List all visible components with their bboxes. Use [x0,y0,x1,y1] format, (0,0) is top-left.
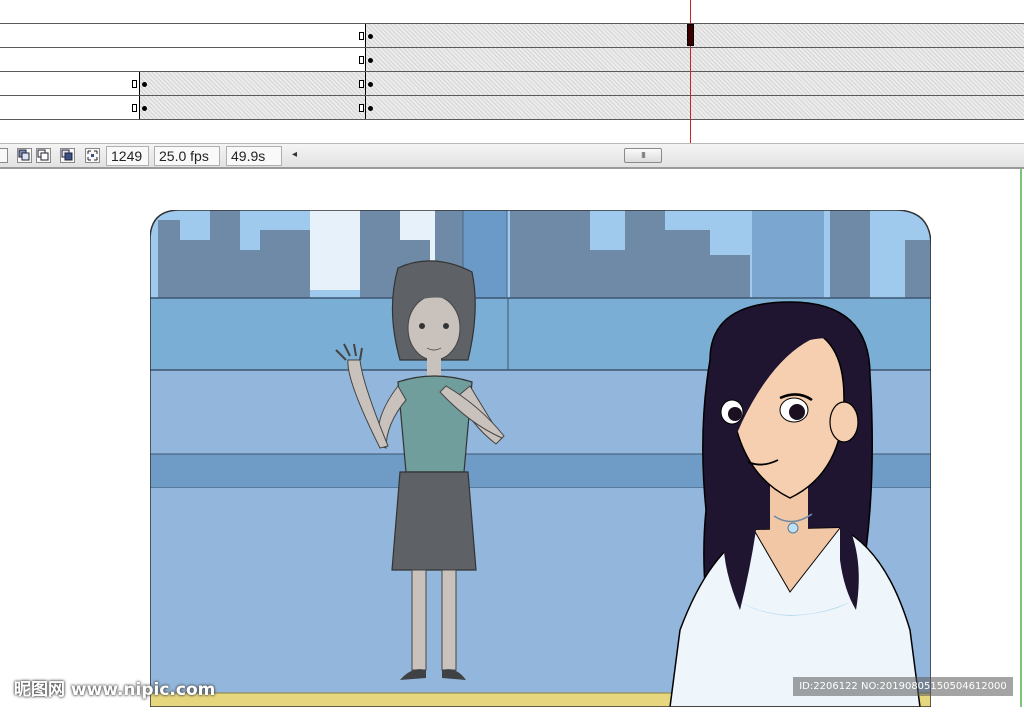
timeline-toolbar: 1249 25.0 fps 49.9s ◂ III [0,143,1024,169]
timeline-track[interactable] [0,24,1024,48]
keyframe-marker[interactable] [365,72,366,95]
playhead-line[interactable] [690,0,691,143]
watermark-id: ID:2206122 NO:20190805150504612000 [793,677,1013,696]
keyframe-marker[interactable] [139,96,140,119]
keyframe-dot-icon[interactable] [142,82,147,87]
scene-illustration [150,210,931,707]
timeline-track[interactable] [0,72,1024,96]
timeline-panel [0,0,1024,143]
tween-span [366,48,1024,71]
edit-multiple-frames-icon[interactable] [60,148,75,163]
frame-rate-field[interactable]: 25.0 fps [154,146,220,166]
stage-scroll-edge [1020,169,1022,707]
keyframe-dot-icon[interactable] [142,106,147,111]
keyframe-dot-icon[interactable] [368,106,373,111]
empty-keyframe-icon[interactable] [132,104,137,112]
empty-keyframe-icon[interactable] [132,80,137,88]
keyframe-marker[interactable] [365,48,366,71]
keyframe-dot-icon[interactable] [368,58,373,63]
center-frame-icon[interactable] [0,148,8,163]
keyframe-dot-icon[interactable] [368,34,373,39]
keyframe-marker[interactable] [139,72,140,95]
tween-span [140,72,1024,95]
empty-keyframe-icon[interactable] [359,56,364,64]
onion-markers-icon[interactable] [85,148,100,163]
current-frame-field: 1249 [106,146,149,166]
keyframe-marker[interactable] [365,96,366,119]
timeline-track[interactable] [0,96,1024,120]
onion-skin-icon[interactable] [17,148,32,163]
empty-keyframe-icon[interactable] [359,104,364,112]
watermark-site: 昵图网 www.nipic.com [14,680,216,700]
keyframe-marker[interactable] [365,24,366,47]
playhead-handle[interactable] [687,24,694,46]
empty-keyframe-icon[interactable] [359,32,364,40]
scroll-left-arrow-icon[interactable]: ◂ [292,149,297,160]
timeline-track[interactable] [0,48,1024,72]
keyframe-dot-icon[interactable] [368,82,373,87]
timeline-track[interactable] [0,0,1024,24]
horizontal-scroll-thumb[interactable]: III [624,148,662,163]
onion-outline-icon[interactable] [36,148,51,163]
elapsed-time-field: 49.9s [226,146,282,166]
tween-span [140,96,1024,119]
tween-span [366,24,1024,47]
empty-keyframe-icon[interactable] [359,80,364,88]
